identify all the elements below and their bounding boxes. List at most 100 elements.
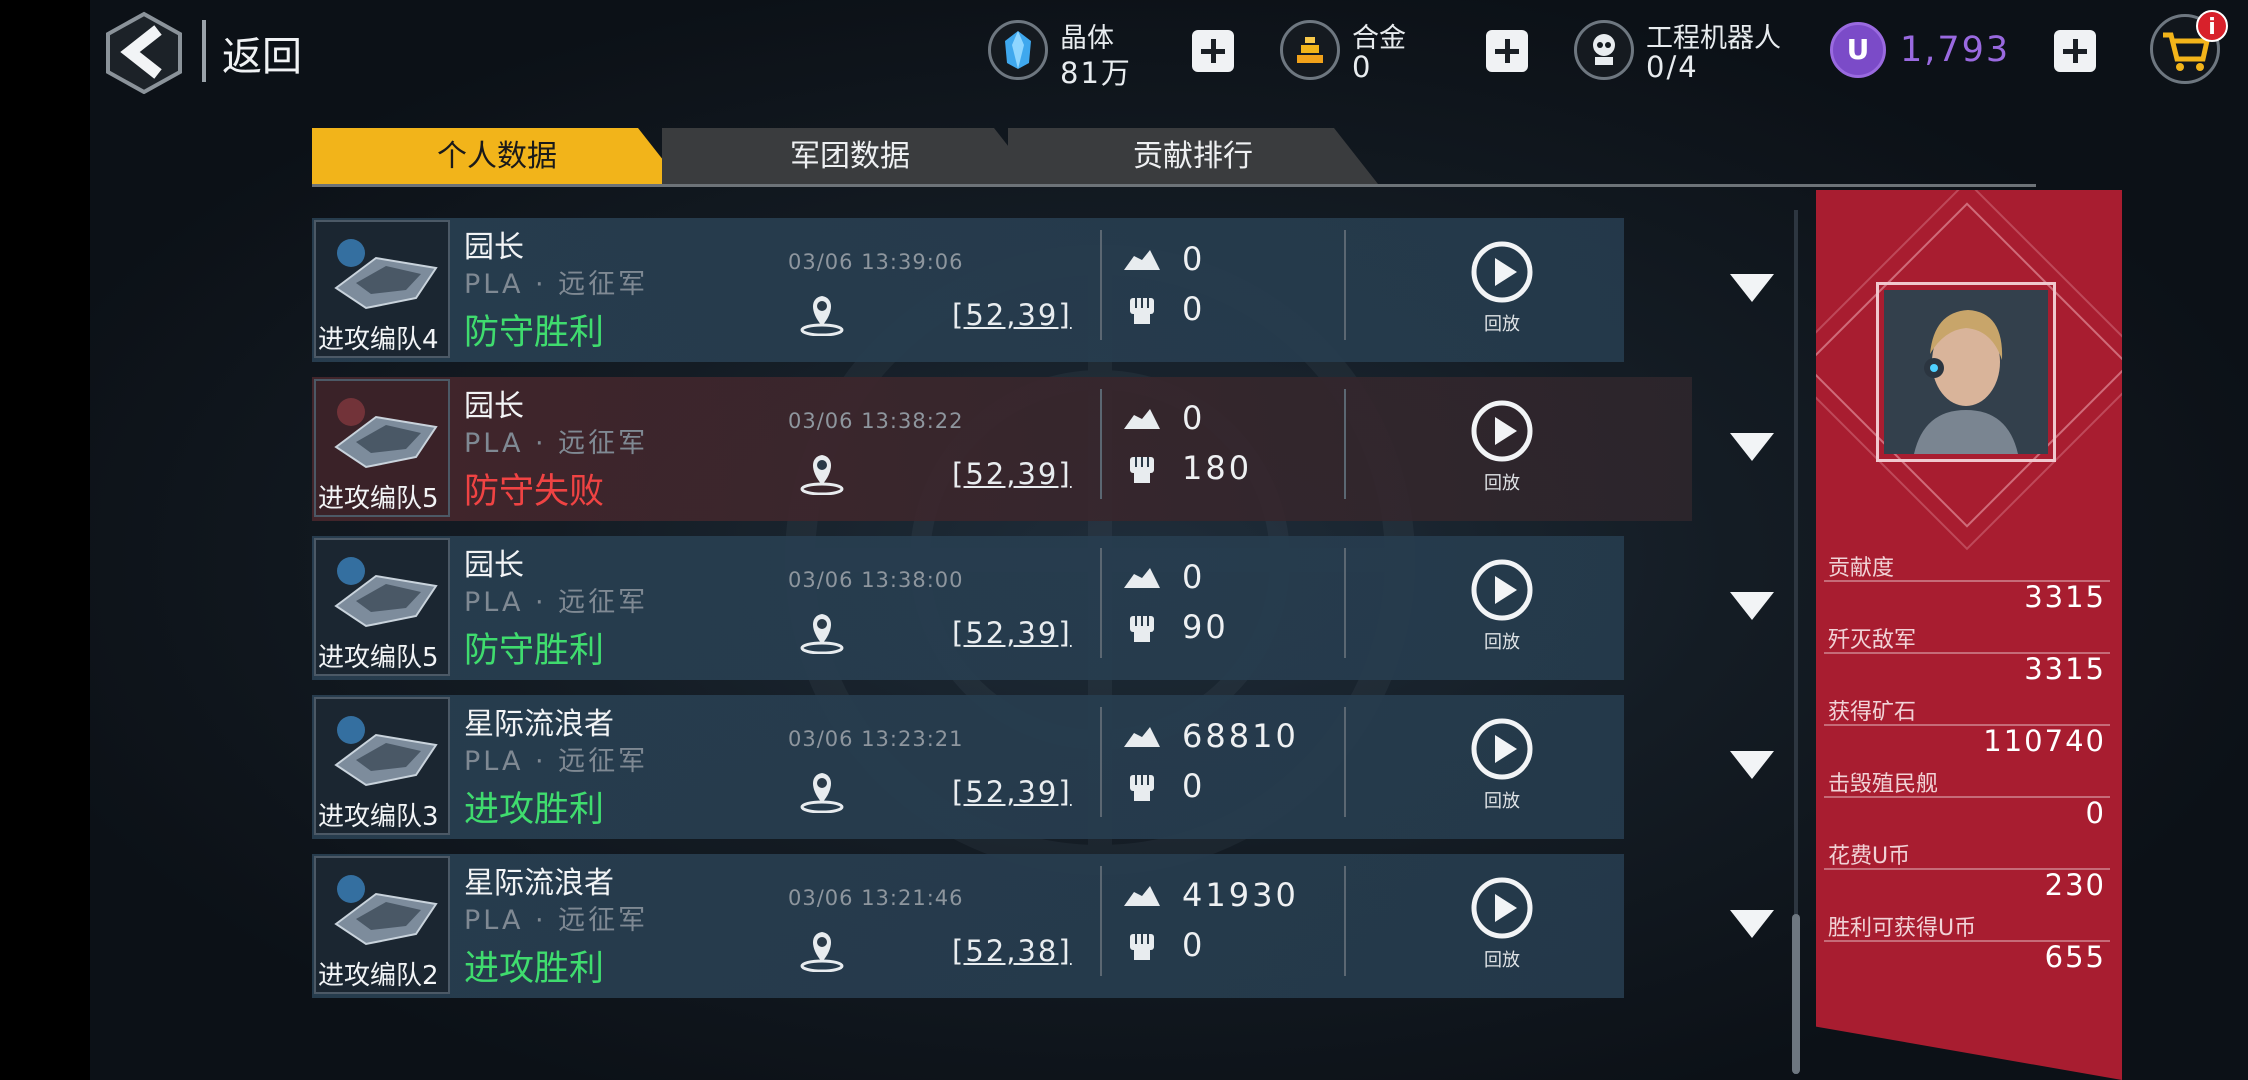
expand-chevron-icon[interactable] xyxy=(1730,910,1774,938)
fleet-label: 进攻编队5 xyxy=(318,484,439,514)
kill-count: 0 xyxy=(1182,290,1206,328)
opponent-name: 星际流浪者 xyxy=(464,866,614,901)
play-icon[interactable] xyxy=(1470,399,1534,463)
ore-count: 0 xyxy=(1182,399,1206,437)
divider xyxy=(1100,230,1102,340)
expand-chevron-icon[interactable] xyxy=(1730,751,1774,779)
summary-stat-value: 3315 xyxy=(2024,580,2106,614)
divider xyxy=(1344,707,1346,817)
tab-personal-data[interactable]: 个人数据 xyxy=(312,128,682,184)
battle-coordinates[interactable]: [52,39] xyxy=(952,775,1072,809)
u-coin-value: 1,793 xyxy=(1900,30,2011,70)
play-icon[interactable] xyxy=(1470,876,1534,940)
fleet-thumbnail: 进攻编队4 xyxy=(314,220,450,358)
summary-stat-value: 230 xyxy=(2044,868,2106,902)
crystal-icon xyxy=(988,20,1048,80)
expand-chevron-icon[interactable] xyxy=(1730,274,1774,302)
alloy-icon xyxy=(1280,20,1340,80)
summary-stat-value: 3315 xyxy=(2024,652,2106,686)
ore-count: 41930 xyxy=(1182,876,1299,914)
replay-label[interactable]: 回放 xyxy=(1470,310,1534,336)
spaceship-icon xyxy=(334,875,438,946)
replay-label[interactable]: 回放 xyxy=(1470,787,1534,813)
ore-icon xyxy=(1124,409,1160,429)
opponent-name: 星际流浪者 xyxy=(464,707,614,742)
summary-stat-value: 110740 xyxy=(1983,724,2106,758)
commander-portrait xyxy=(1884,290,2048,454)
ore-icon xyxy=(1124,250,1160,270)
fleet-label: 进攻编队4 xyxy=(318,325,439,355)
play-icon[interactable] xyxy=(1470,717,1534,781)
battle-record-row[interactable]: 进攻编队5 园长 PLA · 远征军 防守失败 03/06 13:38:22 [… xyxy=(312,377,1774,521)
battle-time: 03/06 13:38:00 xyxy=(788,568,964,592)
fist-icon xyxy=(1130,616,1154,642)
tab-underline xyxy=(312,184,2036,187)
tab-contribution-ranking[interactable]: 贡献排行 xyxy=(1008,128,1378,184)
tab-legion-data[interactable]: 军团数据 xyxy=(662,128,1038,184)
add-crystal-button[interactable] xyxy=(1192,30,1234,72)
divider xyxy=(1100,548,1102,658)
add-u-coin-button[interactable] xyxy=(2054,30,2096,72)
replay-label[interactable]: 回放 xyxy=(1470,946,1534,972)
summary-stat-value: 0 xyxy=(2085,796,2106,830)
expand-chevron-icon[interactable] xyxy=(1730,592,1774,620)
battle-coordinates[interactable]: [52,39] xyxy=(952,298,1072,332)
divider xyxy=(1100,707,1102,817)
battle-coordinates[interactable]: [52,38] xyxy=(952,934,1072,968)
scrollbar-thumb[interactable] xyxy=(1792,914,1800,1074)
battle-record-row[interactable]: 进攻编队3 星际流浪者 PLA · 远征军 进攻胜利 03/06 13:23:2… xyxy=(312,695,1774,839)
divider xyxy=(1344,389,1346,499)
battle-coordinates[interactable]: [52,39] xyxy=(952,616,1072,650)
tab-bar: 个人数据 军团数据 贡献排行 xyxy=(312,128,2036,186)
opponent-name: 园长 xyxy=(464,230,524,265)
play-icon[interactable] xyxy=(1470,240,1534,304)
replay-label[interactable]: 回放 xyxy=(1470,469,1534,495)
summary-stat-value: 655 xyxy=(2044,940,2106,974)
top-bar: 返回 晶体 81万 合金 0 工程机器人 0/4 U 1,793 i xyxy=(90,0,2248,104)
kill-count: 0 xyxy=(1182,767,1206,805)
back-arrow-icon[interactable] xyxy=(104,10,184,94)
summary-stat-label: 获得矿石 xyxy=(1828,700,1917,725)
add-alloy-button[interactable] xyxy=(1486,30,1528,72)
notification-badge: i xyxy=(2196,10,2228,42)
play-icon[interactable] xyxy=(1470,558,1534,622)
battle-result: 防守胜利 xyxy=(464,631,605,671)
location-pin-icon xyxy=(800,773,844,813)
summary-stat-divider xyxy=(1824,796,2110,798)
divider xyxy=(1100,389,1102,499)
divider xyxy=(1344,866,1346,976)
summary-stat-label: 花费U币 xyxy=(1828,844,1911,869)
left-black-strip xyxy=(0,0,90,1080)
back-separator xyxy=(202,20,206,82)
battle-coordinates[interactable]: [52,39] xyxy=(952,457,1072,491)
robot-icon xyxy=(1574,20,1634,80)
location-pin-icon xyxy=(800,296,844,336)
spaceship-icon xyxy=(334,239,438,310)
summary-stat-label: 击毁殖民舰 xyxy=(1828,772,1939,797)
location-pin-icon xyxy=(800,614,844,654)
back-label[interactable]: 返回 xyxy=(222,24,302,82)
battle-time: 03/06 13:21:46 xyxy=(788,886,964,910)
divider xyxy=(1344,548,1346,658)
fleet-thumbnail: 进攻编队5 xyxy=(314,538,450,676)
battle-record-row[interactable]: 进攻编队4 园长 PLA · 远征军 防守胜利 03/06 13:39:06 [… xyxy=(312,218,1774,362)
ore-count: 68810 xyxy=(1182,717,1299,755)
spaceship-icon xyxy=(334,557,438,628)
fleet-thumbnail: 进攻编队3 xyxy=(314,697,450,835)
fist-icon xyxy=(1130,775,1154,801)
battle-record-row[interactable]: 进攻编队5 园长 PLA · 远征军 防守胜利 03/06 13:38:00 [… xyxy=(312,536,1774,680)
battle-result: 防守胜利 xyxy=(464,313,605,353)
opponent-guild: PLA · 远征军 xyxy=(464,587,649,618)
replay-label[interactable]: 回放 xyxy=(1470,628,1534,654)
u-coin-icon: U xyxy=(1830,22,1886,78)
ore-count: 0 xyxy=(1182,558,1206,596)
expand-chevron-icon[interactable] xyxy=(1730,433,1774,461)
fleet-thumbnail: 进攻编队2 xyxy=(314,856,450,994)
battle-time: 03/06 13:23:21 xyxy=(788,727,964,751)
kill-count: 180 xyxy=(1182,449,1253,487)
opponent-guild: PLA · 远征军 xyxy=(464,746,649,777)
robot-resource: 工程机器人 0/4 xyxy=(1574,14,1794,90)
ore-icon xyxy=(1124,568,1160,588)
kill-count: 0 xyxy=(1182,926,1206,964)
battle-record-row[interactable]: 进攻编队2 星际流浪者 PLA · 远征军 进攻胜利 03/06 13:21:4… xyxy=(312,854,1774,998)
